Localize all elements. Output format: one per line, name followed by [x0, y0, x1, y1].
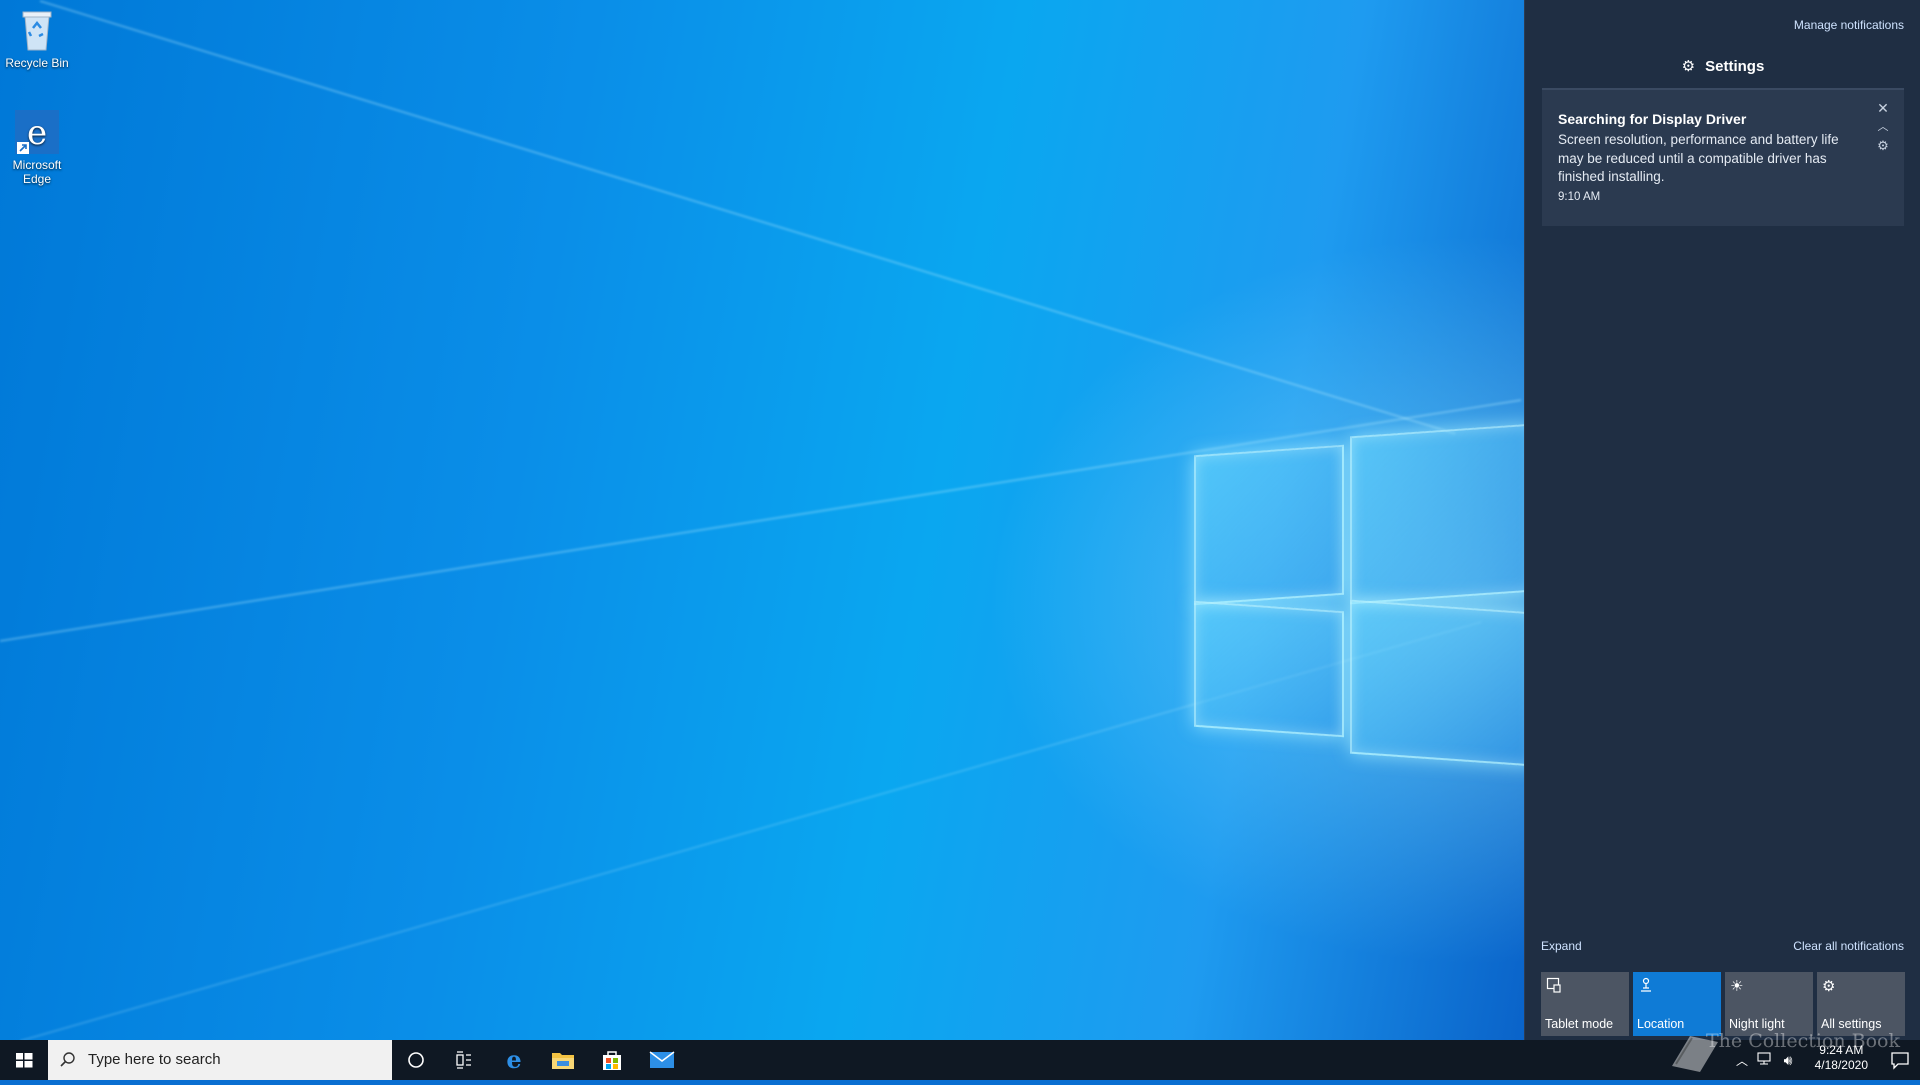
mail-icon: [649, 1051, 675, 1068]
notification-icon: [1891, 1052, 1909, 1070]
taskbar-file-explorer-button[interactable]: [539, 1040, 587, 1080]
clock-date: 4/18/2020: [1814, 1058, 1868, 1072]
edge-icon: e: [506, 1048, 521, 1072]
notification-time: 9:10 AM: [1558, 191, 1601, 203]
quick-action-label: Night light: [1729, 1017, 1785, 1031]
watermark-text: The Collection Book: [1706, 1030, 1900, 1052]
gear-icon: ⚙: [1822, 978, 1836, 995]
manage-notifications-link[interactable]: Manage notifications: [1794, 18, 1904, 32]
action-center: Manage notifications ⚙ Settings Searching…: [1524, 0, 1920, 1040]
cortana-button[interactable]: [392, 1040, 440, 1080]
close-icon[interactable]: ✕: [1874, 100, 1892, 116]
taskbar-edge-button[interactable]: e: [490, 1040, 538, 1080]
search-placeholder: Type here to search: [88, 1051, 221, 1068]
desktop[interactable]: Recycle Bin e Microsoft Edge: [0, 0, 1524, 1040]
notification-group-header[interactable]: ⚙ Settings: [1525, 57, 1920, 75]
quick-action-location[interactable]: Location: [1633, 972, 1721, 1036]
expand-link[interactable]: Expand: [1541, 939, 1582, 953]
quick-action-label: Tablet mode: [1545, 1017, 1614, 1031]
task-view-icon: [456, 1051, 471, 1069]
action-center-button[interactable]: [1890, 1050, 1910, 1070]
desktop-icon-label: Recycle Bin: [5, 56, 69, 70]
tablet-mode-icon: [1546, 977, 1562, 997]
edge-icon: e: [13, 108, 61, 156]
windows-logo-icon: [16, 1053, 33, 1068]
search-icon: [59, 1051, 77, 1069]
wallpaper-logo-pane: [1350, 423, 1524, 605]
notification-toast[interactable]: Searching for Display Driver Screen reso…: [1542, 88, 1904, 226]
desktop-icon-label: Microsoft Edge: [12, 158, 62, 186]
wallpaper-logo-pane: [1194, 444, 1344, 606]
desktop-icon-edge[interactable]: e Microsoft Edge: [4, 108, 70, 186]
wallpaper-logo-pane: [1350, 599, 1524, 767]
clear-all-notifications-link[interactable]: Clear all notifications: [1793, 939, 1904, 953]
wallpaper-beam: [39, 0, 1456, 435]
quick-actions: Tablet mode Location ☀ Night light ⚙ All…: [1541, 972, 1905, 1036]
location-icon: [1638, 977, 1654, 997]
taskbar-mail-button[interactable]: [638, 1040, 686, 1080]
network-icon[interactable]: [1752, 1050, 1776, 1071]
notification-body: Screen resolution, performance and batte…: [1558, 132, 1839, 184]
taskbar: Type here to search e ︿ 🔊︎ 9:24 AM 4/18/…: [0, 1040, 1920, 1080]
notification-title: Searching for Display Driver: [1558, 111, 1747, 127]
quick-action-night-light[interactable]: ☀ Night light: [1725, 972, 1813, 1036]
quick-action-tablet-mode[interactable]: Tablet mode: [1541, 972, 1629, 1036]
gear-icon[interactable]: ⚙: [1874, 138, 1892, 154]
file-explorer-icon: [552, 1053, 574, 1069]
quick-action-label: All settings: [1821, 1017, 1882, 1031]
chevron-up-icon[interactable]: ︿: [1732, 1052, 1752, 1069]
taskbar-store-button[interactable]: [588, 1040, 636, 1080]
svg-text:e: e: [506, 1048, 521, 1072]
taskbar-search-box[interactable]: Type here to search: [48, 1040, 392, 1080]
cortana-icon: [408, 1052, 424, 1068]
night-light-icon: ☀: [1730, 978, 1744, 995]
chevron-up-icon[interactable]: ︿: [1874, 119, 1892, 135]
store-icon: [603, 1051, 621, 1070]
task-view-button[interactable]: [440, 1040, 488, 1080]
quick-action-all-settings[interactable]: ⚙ All settings: [1817, 972, 1905, 1036]
volume-icon[interactable]: 🔊︎: [1776, 1052, 1800, 1069]
desktop-icon-recycle-bin[interactable]: Recycle Bin: [4, 6, 70, 70]
recycle-bin-icon: [13, 6, 61, 54]
wallpaper-logo-pane: [1194, 600, 1344, 738]
svg-text:e: e: [27, 113, 47, 153]
start-button[interactable]: [0, 1040, 48, 1080]
gear-icon: ⚙: [1681, 58, 1696, 75]
notification-group-title: Settings: [1705, 58, 1765, 75]
